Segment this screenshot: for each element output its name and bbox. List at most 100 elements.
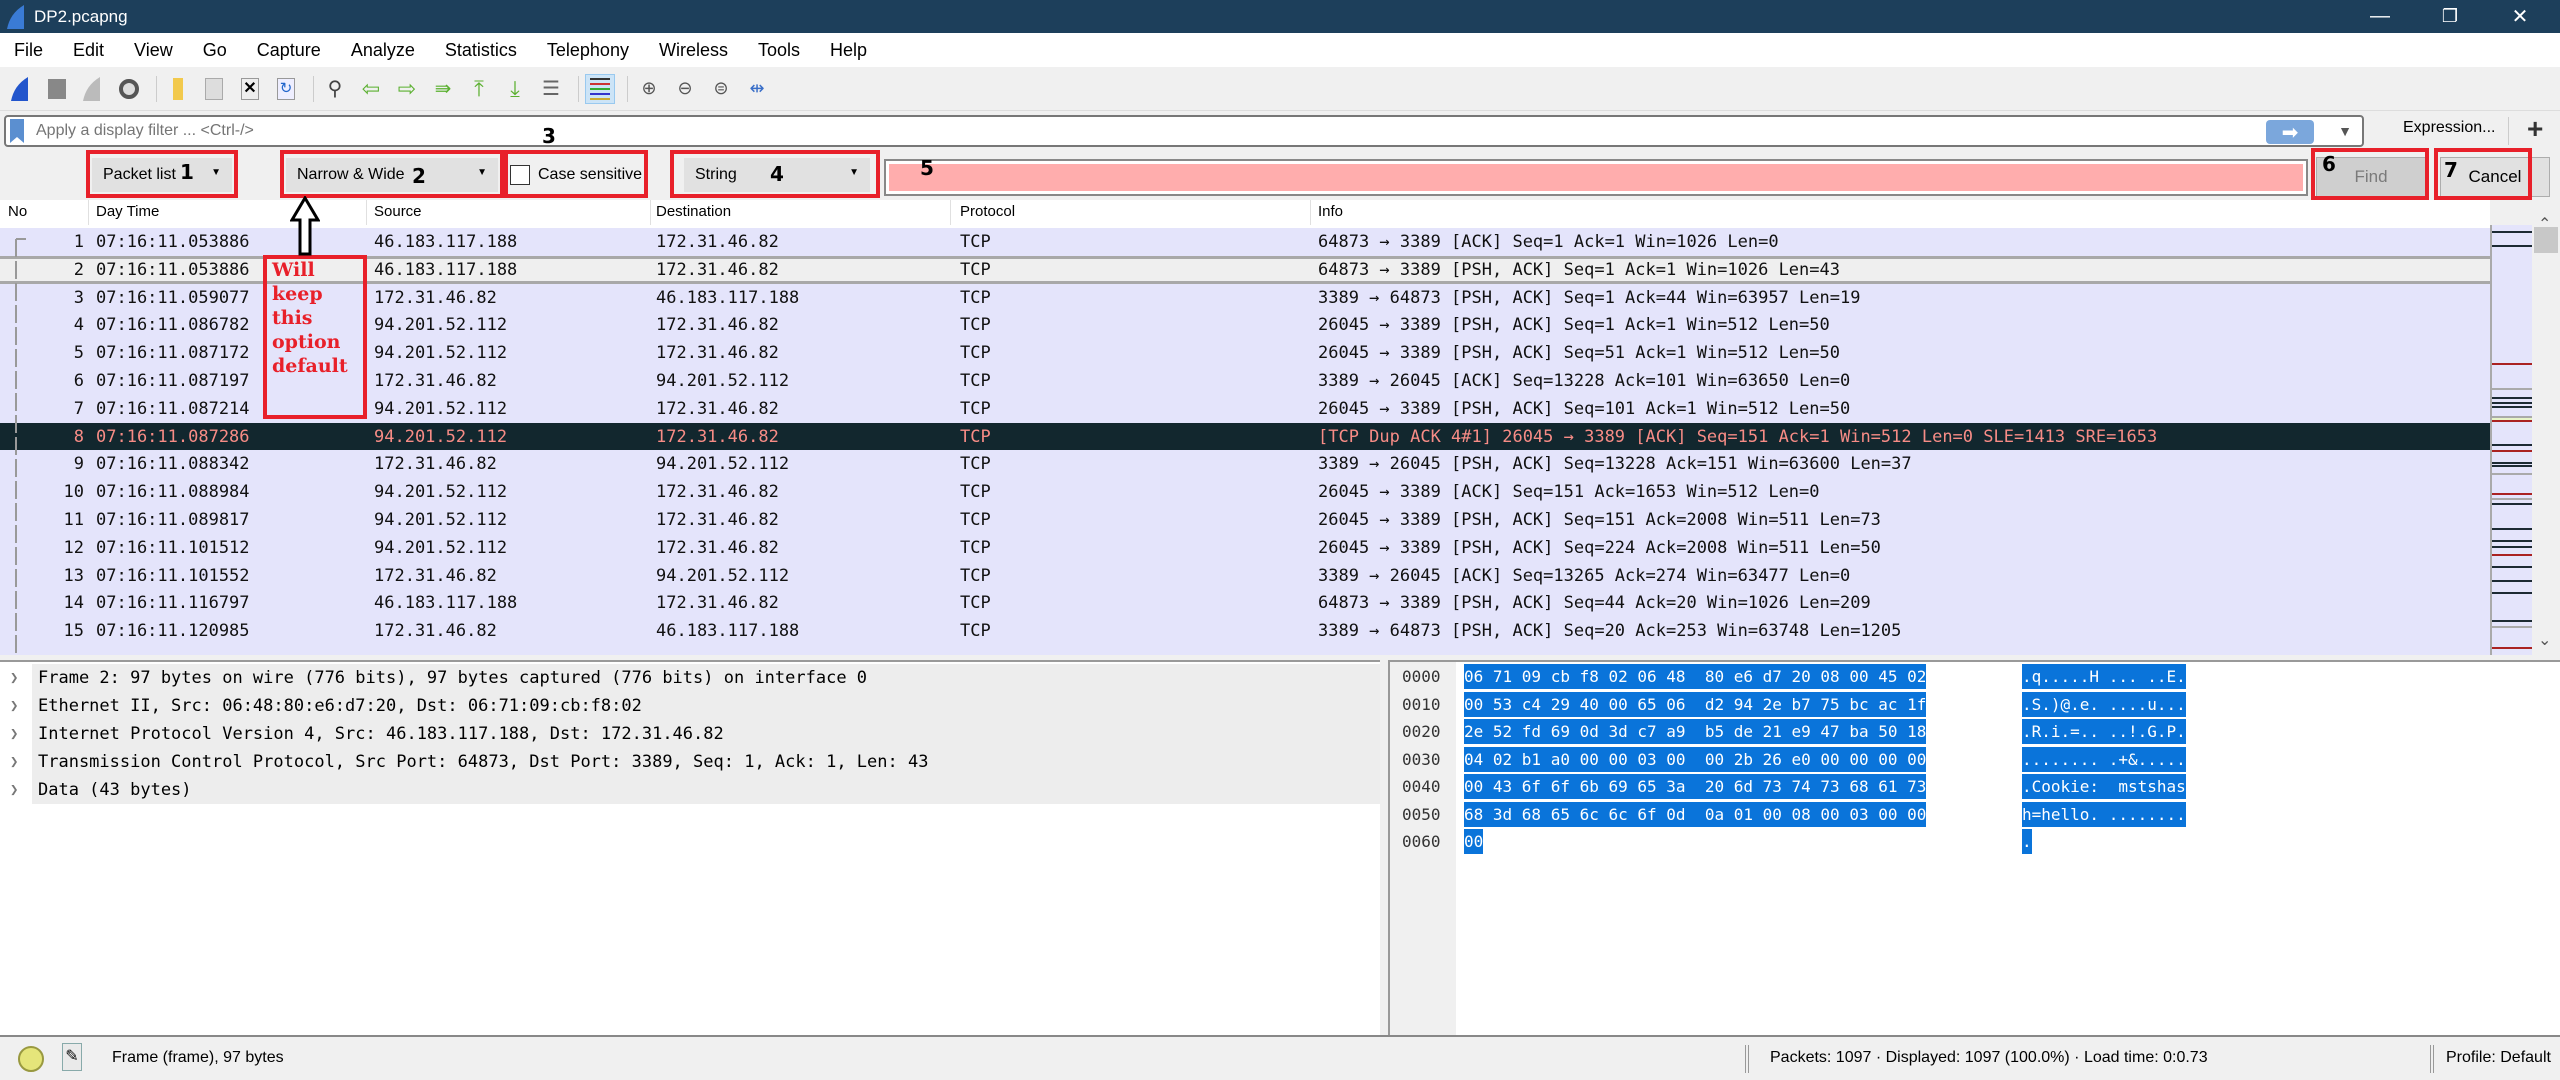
packet-row[interactable]: 4 07:16:11.086782 94.201.52.112 172.31.46.8…: [0, 311, 2490, 340]
hex-ascii[interactable]: .R.i.=.. ..!.G.P.: [2022, 719, 2186, 744]
packet-row[interactable]: 13 07:16:11.101552 172.31.46.82 94.201.52.1…: [0, 561, 2490, 590]
zoom-out-button[interactable]: ⊖: [670, 74, 700, 104]
packet-row[interactable]: 2 07:16:11.053886 46.183.117.188 172.31.46.…: [0, 255, 2490, 284]
packet-row[interactable]: 12 07:16:11.101512 94.201.52.112 172.31.46.…: [0, 533, 2490, 562]
packet-row[interactable]: [0, 645, 2490, 655]
restart-capture-button[interactable]: [78, 74, 108, 104]
hex-bytes[interactable]: 06 71 09 cb f8 02 06 48 80 e6 d7 20 08 0…: [1464, 664, 1927, 689]
find-packet-button[interactable]: ⚲: [320, 74, 350, 104]
menu-capture[interactable]: Capture: [257, 40, 321, 61]
capture-comment-icon[interactable]: ✎: [62, 1043, 82, 1071]
scroll-down-icon[interactable]: ⌄: [2538, 630, 2551, 650]
packet-row[interactable]: 3 07:16:11.059077 172.31.46.82 46.183.117.1…: [0, 283, 2490, 312]
save-file-button[interactable]: [199, 74, 229, 104]
auto-scroll-button[interactable]: ☰: [536, 74, 566, 104]
menu-file[interactable]: File: [14, 40, 43, 61]
packet-list[interactable]: 1 07:16:11.053886 46.183.117.188 172.31.46.…: [0, 225, 2490, 655]
expand-chevron-icon[interactable]: ❯: [10, 692, 18, 720]
column-separator[interactable]: [650, 200, 651, 225]
hex-ascii[interactable]: .: [2022, 829, 2032, 854]
column-separator[interactable]: [950, 200, 951, 225]
filter-history-dropdown[interactable]: ▼: [2338, 123, 2352, 139]
detail-tree-item[interactable]: ❯ Internet Protocol Version 4, Src: 46.18…: [0, 720, 1380, 748]
display-filter-input[interactable]: [36, 122, 2216, 140]
menu-statistics[interactable]: Statistics: [445, 40, 517, 61]
packet-row[interactable]: 10 07:16:11.088984 94.201.52.112 172.31.46.…: [0, 478, 2490, 507]
menu-help[interactable]: Help: [830, 40, 867, 61]
column-info[interactable]: Info: [1318, 203, 1343, 220]
detail-tree-item[interactable]: ❯ Frame 2: 97 bytes on wire (776 bits), 9…: [0, 664, 1380, 692]
packet-minimap[interactable]: [2490, 225, 2532, 655]
hex-bytes[interactable]: 2e 52 fd 69 0d 3d c7 a9 b5 de 21 e9 47 b…: [1464, 719, 1927, 744]
hex-ascii[interactable]: h=hello. ........: [2022, 801, 2186, 827]
expression-button[interactable]: Expression...: [2403, 119, 2495, 137]
packet-row[interactable]: 15 07:16:11.120985 172.31.46.82 46.183.117.…: [0, 617, 2490, 646]
expert-info-icon[interactable]: [18, 1046, 44, 1072]
resize-columns-button[interactable]: ⇹: [742, 74, 772, 104]
column-separator[interactable]: [88, 200, 89, 225]
expand-chevron-icon[interactable]: ❯: [10, 776, 18, 804]
hex-bytes[interactable]: 04 02 b1 a0 00 00 03 00 00 2b 26 e0 00 0…: [1464, 746, 1927, 772]
hex-ascii[interactable]: .S.)@.e. ....u...: [2022, 691, 2186, 717]
menu-go[interactable]: Go: [203, 40, 227, 61]
go-back-button[interactable]: ⇦: [356, 74, 386, 104]
menu-analyze[interactable]: Analyze: [351, 40, 415, 61]
column-separator[interactable]: [1310, 200, 1311, 225]
hex-bytes[interactable]: 68 3d 68 65 6c 6c 6f 0d 0a 01 00 08 00 0…: [1464, 801, 1927, 827]
column-no[interactable]: No: [8, 203, 27, 220]
search-input[interactable]: [889, 164, 2303, 191]
column-protocol[interactable]: Protocol: [960, 203, 1015, 220]
column-separator[interactable]: [366, 200, 367, 225]
packet-list-scrollbar[interactable]: ⌃ ⌄: [2532, 200, 2560, 655]
reload-file-button[interactable]: ↻: [271, 74, 301, 104]
stop-capture-button[interactable]: [42, 74, 72, 104]
go-forward-button[interactable]: ⇨: [392, 74, 422, 104]
packet-row[interactable]: 7 07:16:11.087214 94.201.52.112 172.31.46.8…: [0, 394, 2490, 423]
expand-chevron-icon[interactable]: ❯: [10, 748, 18, 776]
minimize-button[interactable]: —: [2350, 0, 2410, 33]
detail-tree-item[interactable]: ❯ Data (43 bytes): [0, 776, 1380, 804]
packet-row[interactable]: 8 07:16:11.087286 94.201.52.112 172.31.46.8…: [0, 422, 2490, 451]
hex-ascii[interactable]: .q.....H ... ..E.: [2022, 664, 2186, 689]
menu-edit[interactable]: Edit: [73, 40, 104, 61]
bookmark-icon[interactable]: [10, 119, 24, 143]
close-file-button[interactable]: ✕: [235, 74, 265, 104]
menu-telephony[interactable]: Telephony: [547, 40, 629, 61]
column-time[interactable]: Day Time: [96, 203, 159, 220]
profile-text[interactable]: Profile: Default: [2446, 1049, 2551, 1067]
packet-row[interactable]: 6 07:16:11.087197 172.31.46.82 94.201.52.11…: [0, 367, 2490, 395]
expand-chevron-icon[interactable]: ❯: [10, 664, 18, 692]
close-button[interactable]: ✕: [2490, 0, 2550, 33]
first-packet-button[interactable]: ⤒: [464, 74, 494, 104]
expand-chevron-icon[interactable]: ❯: [10, 720, 18, 748]
hex-ascii[interactable]: .Cookie: mstshas: [2022, 774, 2186, 799]
menu-view[interactable]: View: [134, 40, 173, 61]
menu-tools[interactable]: Tools: [758, 40, 800, 61]
maximize-button[interactable]: ❐: [2420, 0, 2480, 33]
column-source[interactable]: Source: [374, 203, 422, 220]
go-to-packet-button[interactable]: ⇛: [428, 74, 458, 104]
detail-tree-item[interactable]: ❯ Transmission Control Protocol, Src Port…: [0, 748, 1380, 776]
detail-tree-item[interactable]: ❯ Ethernet II, Src: 06:48:80:e6:d7:20, Ds…: [0, 692, 1380, 720]
menu-wireless[interactable]: Wireless: [659, 40, 728, 61]
hex-bytes[interactable]: 00: [1464, 829, 1484, 854]
normal-size-button[interactable]: ⊜: [706, 74, 736, 104]
capture-options-button[interactable]: [114, 74, 144, 104]
hex-bytes[interactable]: 00 43 6f 6f 6b 69 65 3a 20 6d 73 74 73 6…: [1464, 774, 1927, 799]
apply-filter-button[interactable]: ➡: [2266, 120, 2314, 144]
start-capture-button[interactable]: [6, 74, 36, 104]
scrollbar-thumb[interactable]: [2534, 227, 2558, 253]
open-file-button[interactable]: [163, 74, 193, 104]
hex-bytes[interactable]: 00 53 c4 29 40 00 65 06 d2 94 2e b7 75 b…: [1464, 691, 1927, 717]
zoom-in-button[interactable]: ⊕: [634, 74, 664, 104]
packet-row[interactable]: 5 07:16:11.087172 94.201.52.112 172.31.46.8…: [0, 339, 2490, 368]
colorize-button[interactable]: [585, 73, 615, 104]
packet-row[interactable]: 11 07:16:11.089817 94.201.52.112 172.31.46.…: [0, 506, 2490, 534]
packet-row[interactable]: 1 07:16:11.053886 46.183.117.188 172.31.46.…: [0, 228, 2490, 256]
last-packet-button[interactable]: ⤓: [500, 74, 530, 104]
packet-row[interactable]: 9 07:16:11.088342 172.31.46.82 94.201.52.11…: [0, 450, 2490, 479]
add-filter-button[interactable]: +: [2527, 113, 2543, 145]
packet-row[interactable]: 14 07:16:11.116797 46.183.117.188 172.31.46…: [0, 589, 2490, 618]
column-destination[interactable]: Destination: [656, 203, 731, 220]
hex-ascii[interactable]: ........ .+&.....: [2022, 746, 2186, 772]
